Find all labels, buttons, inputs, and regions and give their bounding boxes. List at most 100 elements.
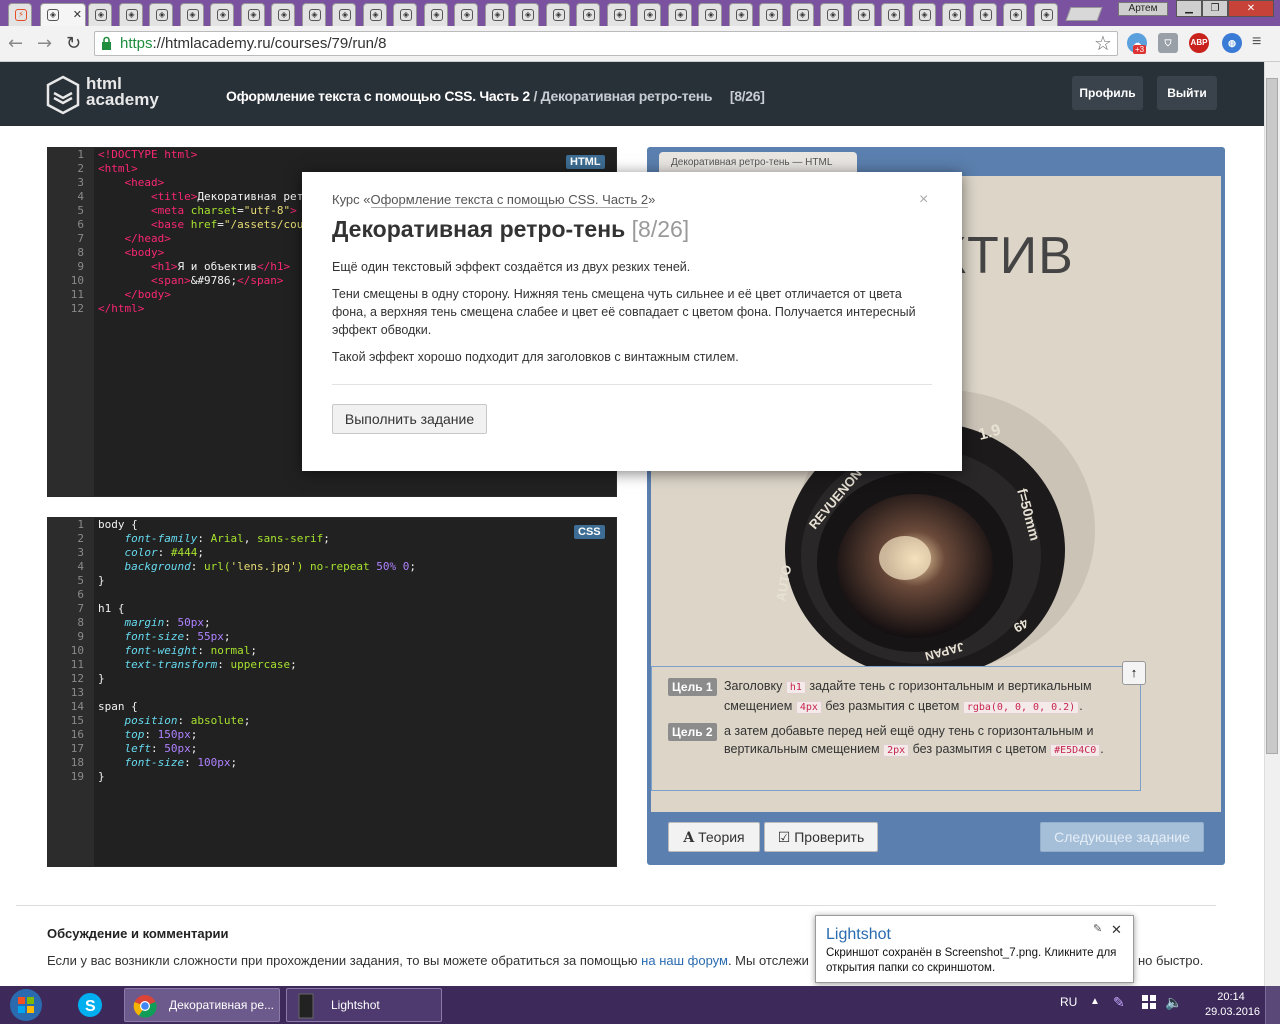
browser-tab[interactable]: ◈: [362, 3, 387, 26]
htmlacademy-favicon-icon: ◈: [461, 9, 473, 21]
browser-tab[interactable]: ◈: [881, 3, 905, 26]
browser-tab-active[interactable]: ◈ ✕: [40, 3, 86, 26]
close-window-button[interactable]: ✕: [1228, 0, 1274, 17]
browser-tab[interactable]: ◈: [332, 3, 356, 26]
line-number: 9: [77, 260, 84, 273]
profile-button[interactable]: Профиль: [1072, 76, 1143, 110]
skype-taskbar-icon[interactable]: S: [70, 988, 110, 1022]
bookmark-star-icon[interactable]: ☆: [1094, 31, 1112, 56]
volume-icon[interactable]: 🔈: [1165, 994, 1182, 1011]
htmlacademy-favicon-icon: ◈: [583, 9, 595, 21]
clock[interactable]: 20:14 29.03.2016: [1205, 990, 1260, 1020]
page-favicon-icon: ⚡: [15, 9, 27, 21]
browser-tab[interactable]: ◈: [454, 3, 478, 26]
modal-counter: [8/26]: [631, 216, 690, 242]
browser-tab[interactable]: ◈: [850, 3, 875, 26]
html-editor-code[interactable]: <!DOCTYPE html> <html> <head> <title>Дек…: [98, 148, 310, 316]
browser-tab[interactable]: ⚡: [8, 3, 32, 26]
pin-icon[interactable]: ✎: [1093, 922, 1102, 935]
start-task-button[interactable]: Выполнить задание: [332, 404, 487, 434]
lesson-counter: [8/26]: [729, 88, 765, 104]
browser-tab[interactable]: ◈: [942, 3, 966, 26]
line-number: 18: [70, 756, 84, 769]
language-indicator[interactable]: RU: [1060, 995, 1077, 1009]
browser-tab[interactable]: ◈: [301, 3, 326, 26]
goal-1-code-offset: 4px: [795, 701, 822, 714]
browser-tab[interactable]: ◈: [698, 3, 722, 26]
restore-window-button[interactable]: ❐: [1202, 0, 1228, 17]
line-number: 2: [77, 532, 84, 545]
back-arrow-icon[interactable]: ←: [8, 33, 23, 54]
browser-tab[interactable]: ◈: [911, 3, 936, 26]
show-desktop-button[interactable]: [1265, 986, 1280, 1024]
browser-tab[interactable]: ◈: [515, 3, 539, 26]
browser-tab[interactable]: ◈: [179, 3, 204, 26]
htmlacademy-favicon-icon: ◈: [705, 9, 717, 21]
htmlacademy-logo-icon[interactable]: [46, 75, 80, 115]
line-number: 14: [70, 700, 84, 713]
breadcrumb-separator: /: [533, 88, 538, 104]
line-number: 12: [70, 302, 84, 315]
globe-extension-icon[interactable]: ◍: [1222, 33, 1242, 53]
reload-icon[interactable]: ↻: [66, 33, 81, 54]
url-text[interactable]: https://htmlacademy.ru/courses/79/run/8: [120, 35, 387, 52]
browser-tab[interactable]: ◈: [149, 3, 173, 26]
browser-tab[interactable]: ◈: [545, 3, 570, 26]
browser-tab[interactable]: ◈: [576, 3, 600, 26]
show-hidden-icons-icon[interactable]: ▲: [1090, 996, 1100, 1007]
htmlacademy-favicon-icon: ◈: [1010, 9, 1022, 21]
goal-2-code-offset: 2px: [883, 744, 910, 757]
browser-tab[interactable]: ◈: [637, 3, 661, 26]
browser-tab[interactable]: ◈: [484, 3, 509, 26]
shield-extension-icon[interactable]: ⛉: [1158, 33, 1178, 53]
browser-tab[interactable]: ◈: [667, 3, 692, 26]
lightshot-tray-icon[interactable]: ✎: [1113, 994, 1125, 1011]
menu-icon[interactable]: ≡: [1252, 33, 1261, 51]
browser-tab[interactable]: ◈: [1003, 3, 1027, 26]
theory-button[interactable]: A Теория: [668, 822, 760, 852]
line-number: 8: [77, 246, 84, 259]
browser-tab[interactable]: ◈: [240, 3, 265, 26]
preview-tab[interactable]: Декоративная ретро-тень — HTML: [659, 152, 857, 174]
modal-close-icon[interactable]: ×: [919, 191, 928, 209]
browser-tab[interactable]: ◈: [118, 3, 143, 26]
browser-tab[interactable]: ◈: [210, 3, 234, 26]
modal-course-link[interactable]: Оформление текста с помощью CSS. Часть 2: [370, 192, 649, 208]
line-number: 2: [77, 162, 84, 175]
browser-tab[interactable]: ◈: [393, 3, 417, 26]
browser-tab[interactable]: ◈: [1033, 3, 1058, 26]
new-tab-button[interactable]: [1065, 7, 1103, 21]
browser-tab[interactable]: ◈: [271, 3, 295, 26]
browser-tab[interactable]: ◈: [423, 3, 448, 26]
forum-link[interactable]: на наш форум: [641, 953, 728, 968]
browser-tab[interactable]: ◈: [789, 3, 814, 26]
collapse-goals-arrow-icon[interactable]: ↑: [1122, 661, 1146, 685]
browser-tab[interactable]: ◈: [88, 3, 112, 26]
page-scrollbar-thumb[interactable]: [1266, 78, 1278, 754]
close-tab-icon[interactable]: ✕: [73, 8, 82, 21]
htmlacademy-favicon-icon: ◈: [644, 9, 656, 21]
chrome-taskbar-button[interactable]: Декоративная ре...: [124, 988, 280, 1022]
lightshot-message[interactable]: Скриншот сохранён в Screenshot_7.png. Кл…: [826, 946, 1126, 976]
browser-tab[interactable]: ◈: [759, 3, 783, 26]
logo-text[interactable]: html academy: [86, 75, 159, 109]
css-editor[interactable]: 1 2 3 4 5 6 7 8 9 10 11 12 13 14 15 16 17 18 19 body { fon…: [47, 517, 617, 867]
logout-button[interactable]: Выйти: [1157, 76, 1217, 110]
profile-user-button[interactable]: Артем: [1118, 2, 1168, 16]
action-center-flag-icon[interactable]: [1142, 995, 1156, 1009]
css-editor-code[interactable]: body { font-family: Arial, sans-serif; c…: [98, 518, 416, 784]
browser-tab[interactable]: ◈: [606, 3, 631, 26]
next-task-button[interactable]: Следующее задание: [1040, 822, 1204, 852]
browser-tab[interactable]: ◈: [972, 3, 997, 26]
adblock-extension-icon[interactable]: ABP: [1189, 33, 1209, 53]
forward-arrow-icon[interactable]: →: [37, 33, 52, 54]
browser-tab[interactable]: ◈: [728, 3, 753, 26]
logo-line-2: academy: [86, 90, 159, 109]
check-button[interactable]: ☑ Проверить: [764, 822, 878, 852]
minimize-window-button[interactable]: ▁: [1176, 0, 1202, 17]
lightshot-taskbar-button[interactable]: Lightshot: [286, 988, 442, 1022]
windows-start-icon[interactable]: [6, 986, 46, 1024]
course-name[interactable]: Оформление текста с помощью CSS. Часть 2: [226, 88, 530, 104]
notification-close-icon[interactable]: ✕: [1111, 922, 1122, 938]
browser-tab[interactable]: ◈: [820, 3, 844, 26]
